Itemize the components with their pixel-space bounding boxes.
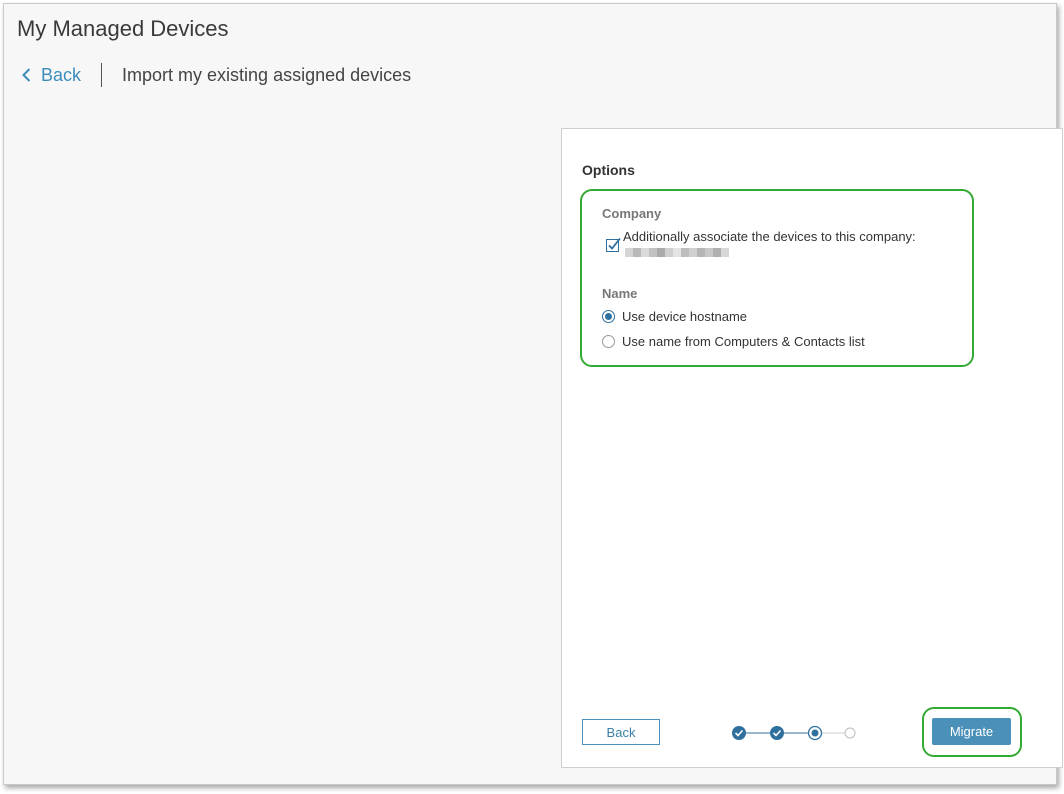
radio-use-hostname-label: Use device hostname [622, 309, 748, 324]
radio-button-selected[interactable] [602, 310, 615, 323]
step-4-pending-icon [844, 727, 856, 739]
app-title: My Managed Devices [17, 16, 229, 41]
step-3-current-icon [807, 725, 823, 741]
app-window: My Managed Devices Back Import my existi… [3, 3, 1063, 785]
breadcrumb: Back Import my existing assigned devices [19, 62, 411, 88]
nav-divider [101, 63, 103, 87]
migrate-button[interactable]: Migrate [932, 718, 1011, 745]
chevron-left-icon [22, 68, 31, 82]
associate-company-label: Additionally associate the devices to th… [623, 229, 916, 244]
options-heading: Options [582, 162, 635, 178]
step-2-complete-icon [770, 726, 784, 740]
page-title: Import my existing assigned devices [122, 64, 412, 85]
step-1-complete-icon [732, 726, 746, 740]
name-label: Name [602, 286, 638, 301]
radio-use-contacts-name-label: Use name from Computers & Contacts list [622, 334, 865, 349]
redacted-company-name [625, 248, 916, 257]
associate-company-checkbox[interactable] [606, 237, 621, 252]
company-label: Company [602, 206, 662, 221]
wizard-panel: Options Company Additionally associate t… [561, 128, 1063, 768]
back-link-label: Back [41, 64, 82, 85]
radio-button[interactable] [602, 335, 615, 348]
radio-use-contacts-name[interactable]: Use name from Computers & Contacts list [602, 334, 865, 349]
back-button[interactable]: Back [582, 719, 660, 745]
back-link[interactable]: Back [19, 65, 81, 86]
associate-company-row[interactable]: Additionally associate the devices to th… [606, 229, 916, 257]
wizard-stepper [732, 725, 856, 741]
radio-use-hostname[interactable]: Use device hostname [602, 309, 747, 324]
